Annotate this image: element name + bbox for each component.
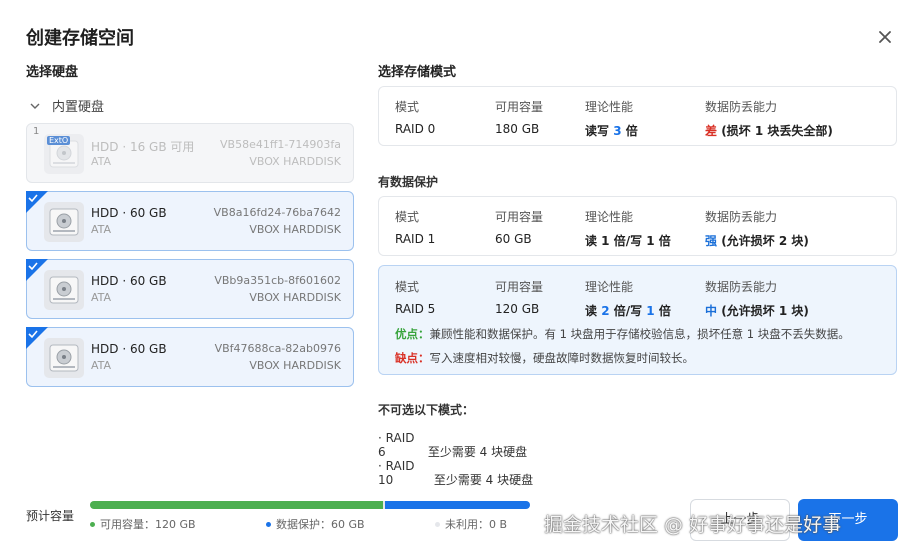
col-mode-label: 模式 — [395, 210, 420, 224]
unavailable-mode: · RAID 10 至少需要 4 块硬盘 — [378, 459, 534, 487]
disk-vendor: ATA — [91, 291, 112, 304]
hdd-icon — [44, 202, 84, 242]
col-safety-label: 数据防丢能力 — [705, 210, 778, 224]
raid0-option[interactable]: 模式 可用容量 理论性能 数据防丢能力 RAID 0 180 GB 读写 3 倍… — [378, 86, 897, 146]
disk-name: HDD · 60 GB — [91, 342, 167, 356]
legend-dot — [266, 521, 271, 527]
raid5-option[interactable]: 模式 可用容量 理论性能 数据防丢能力 RAID 5 120 GB 读 2 倍/… — [378, 265, 897, 375]
disk-item[interactable]: 1 ExtO HDD · 16 GB 可用 ATA VB58e41ff1-714… — [26, 123, 354, 183]
select-mode-title: 选择存储模式 — [378, 65, 457, 80]
disk-model: VBOX HARDDISK — [249, 359, 341, 372]
disk-serial: VB8a16fd24-76ba7642 — [213, 206, 341, 219]
disk-index: 1 — [33, 126, 40, 137]
hdd-icon — [44, 270, 84, 310]
legend-dot — [90, 521, 95, 527]
col-capacity-label: 可用容量 — [495, 280, 544, 294]
disk-serial: VBf47688ca-82ab0976 — [214, 342, 341, 355]
disk-item[interactable]: HDD · 60 GB ATA VB8a16fd24-76ba7642 VBOX… — [26, 191, 354, 251]
builtin-disk-group[interactable]: 内置硬盘 — [28, 96, 104, 115]
raid-capacity: 120 GB — [495, 302, 540, 316]
unavailable-mode: · RAID 6 至少需要 4 块硬盘 — [378, 431, 528, 459]
hdd-icon — [44, 338, 84, 378]
disk-model: VBOX HARDDISK — [249, 223, 341, 236]
raid-mode: RAID 0 — [395, 122, 436, 136]
col-capacity-label: 可用容量 — [495, 100, 544, 114]
capacity-bar-usable — [90, 501, 384, 509]
legend-dot — [435, 521, 440, 527]
col-capacity-label: 可用容量 — [495, 210, 544, 224]
raid-cons: 缺点：写入速度相对较慢，硬盘故障时数据恢复时间较长。 — [395, 351, 694, 365]
disk-serial: VB58e41ff1-714903fa — [220, 138, 341, 151]
col-performance-label: 理论性能 — [585, 100, 634, 114]
unavailable-modes-title: 不可选以下模式： — [378, 403, 475, 417]
raid-safety: 中 (允许损坏 1 块) — [705, 304, 809, 318]
raid-safety: 强 (允许损坏 2 块) — [705, 234, 809, 248]
disk-serial: VBb9a351cb-8f601602 — [214, 274, 341, 287]
disk-model: VBOX HARDDISK — [249, 155, 341, 168]
close-icon[interactable] — [875, 27, 895, 47]
disk-vendor: ATA — [91, 359, 112, 372]
raid-performance: 读 2 倍/写 1 倍 — [585, 304, 671, 318]
raid-capacity: 180 GB — [495, 122, 540, 136]
protected-modes-title: 有数据保护 — [378, 175, 439, 189]
disk-name: HDD · 60 GB — [91, 274, 167, 288]
estimated-capacity-label: 预计容量 — [26, 509, 75, 523]
col-mode-label: 模式 — [395, 280, 420, 294]
select-disk-title: 选择硬盘 — [26, 65, 79, 80]
group-label: 内置硬盘 — [52, 100, 105, 115]
col-performance-label: 理论性能 — [585, 210, 634, 224]
col-safety-label: 数据防丢能力 — [705, 280, 778, 294]
disk-item[interactable]: HDD · 60 GB ATA VBb9a351cb-8f601602 VBOX… — [26, 259, 354, 319]
raid-safety: 差 (损坏 1 块丢失全部) — [705, 124, 833, 138]
raid-mode: RAID 5 — [395, 302, 436, 316]
capacity-bar — [90, 501, 530, 509]
disk-format-badge: ExtO — [47, 136, 71, 145]
disk-model: VBOX HARDDISK — [249, 291, 341, 304]
raid-performance: 读 1 倍/写 1 倍 — [585, 234, 671, 248]
capacity-bar-protect — [385, 501, 530, 509]
watermark-text: 掘金技术社区 @ 好事好事还是好事 — [544, 514, 842, 536]
raid1-option[interactable]: 模式 可用容量 理论性能 数据防丢能力 RAID 1 60 GB 读 1 倍/写… — [378, 196, 897, 256]
col-safety-label: 数据防丢能力 — [705, 100, 778, 114]
chevron-down-icon — [28, 99, 42, 113]
raid-pros: 优点：兼顾性能和数据保护。有 1 块盘用于存储校验信息，损坏任意 1 块盘不丢失… — [395, 327, 850, 341]
legend-usable: 可用容量：120 GB — [90, 516, 196, 532]
raid-mode: RAID 1 — [395, 232, 436, 246]
disk-vendor: ATA — [91, 223, 112, 236]
raid-capacity: 60 GB — [495, 232, 532, 246]
disk-name: HDD · 16 GB 可用 — [91, 140, 195, 154]
raid-performance: 读写 3 倍 — [585, 124, 638, 138]
legend-unused: 未利用：0 B — [435, 516, 507, 532]
col-mode-label: 模式 — [395, 100, 420, 114]
disk-item[interactable]: HDD · 60 GB ATA VBf47688ca-82ab0976 VBOX… — [26, 327, 354, 387]
disk-name: HDD · 60 GB — [91, 206, 167, 220]
dialog-title: 创建存储空间 — [26, 28, 134, 49]
legend-protect: 数据保护：60 GB — [266, 516, 365, 532]
col-performance-label: 理论性能 — [585, 280, 634, 294]
disk-vendor: ATA — [91, 155, 112, 168]
